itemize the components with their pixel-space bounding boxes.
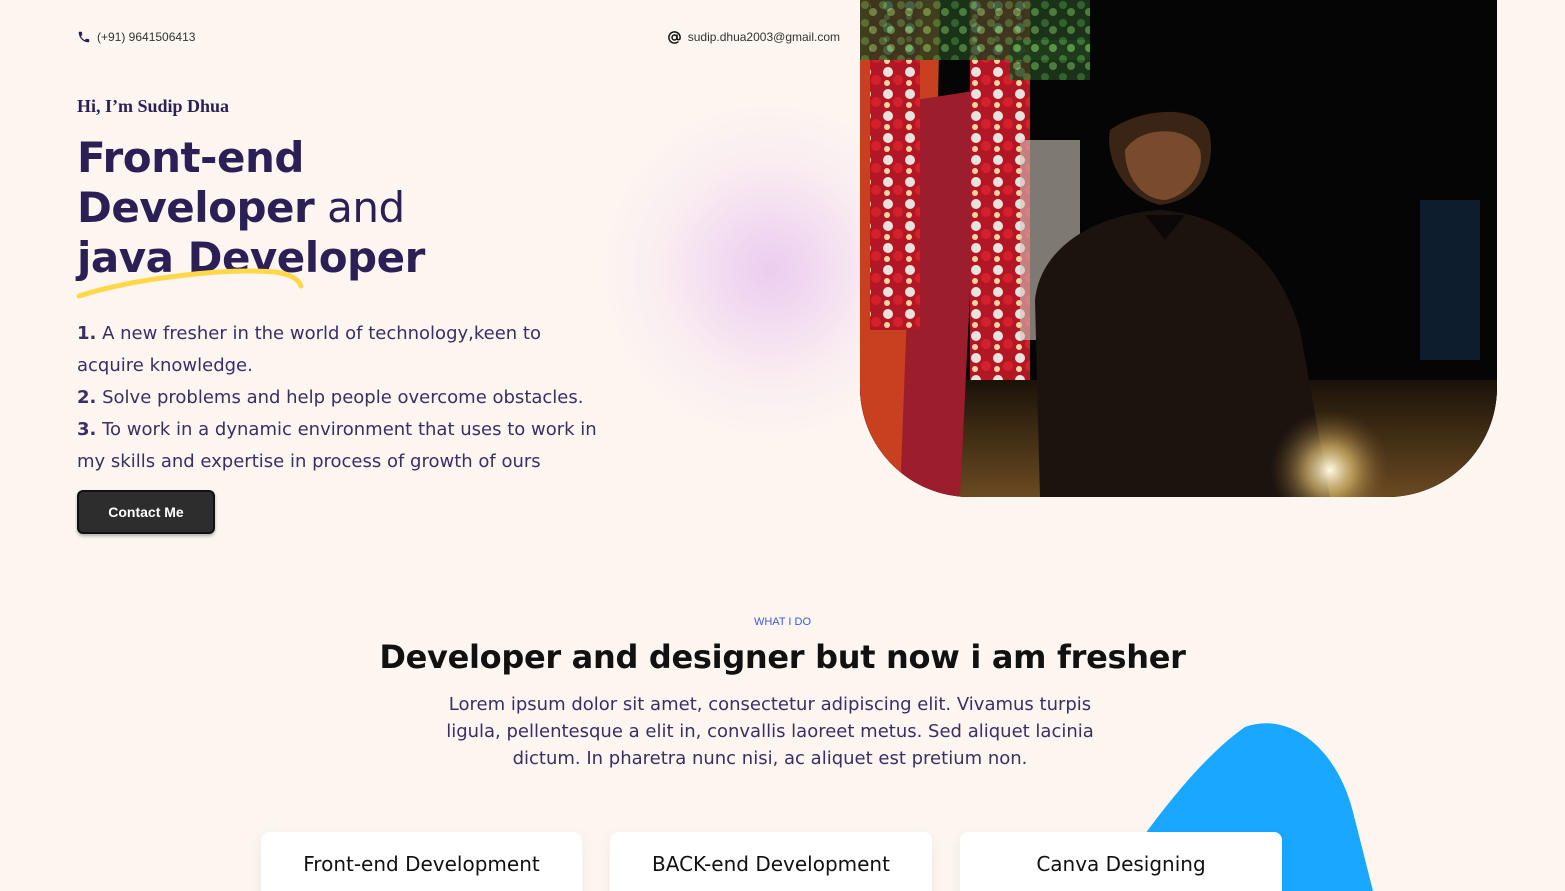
point-3: 3. To work in a dynamic environment that… — [77, 419, 597, 472]
contact-bar: (+91) 9641506413 sudip.dhua2003@gmail.co… — [77, 28, 840, 46]
section-description: Lorem ipsum dolor sit amet, consectetur … — [446, 694, 1094, 769]
service-card-frontend[interactable]: Front-end Development — [261, 832, 582, 891]
point-2: 2. Solve problems and help people overco… — [77, 387, 584, 408]
at-sign-icon — [667, 30, 682, 45]
headline-line-2-bold: Developer — [77, 183, 315, 232]
point-1: 1. A new fresher in the world of technol… — [77, 323, 542, 376]
hero-points: 1. A new fresher in the world of technol… — [77, 318, 607, 478]
headline-line-2-rest: and — [314, 183, 405, 232]
service-card-title: BACK-end Development — [652, 852, 890, 876]
email-address: sudip.dhua2003@gmail.com — [687, 30, 840, 44]
service-card-title: Front-end Development — [303, 852, 540, 876]
contact-me-button[interactable]: Contact Me — [77, 490, 215, 534]
greeting-text: Hi, I’m Sudip Dhua — [77, 96, 230, 116]
phone-number: (+91) 9641506413 — [97, 30, 196, 44]
headline-line-1: Front-end — [77, 133, 304, 182]
hero-headline: Front-end Developer and java Developer — [77, 133, 425, 283]
service-card-title: Canva Designing — [1036, 852, 1206, 876]
phone-icon — [77, 30, 91, 44]
service-card-backend[interactable]: BACK-end Development — [610, 832, 932, 891]
service-card-canva[interactable]: Canva Designing — [960, 832, 1282, 891]
profile-photo — [860, 0, 1497, 497]
section-title: Developer and designer but now i am fres… — [379, 638, 1186, 676]
section-tag: WHAT I DO — [753, 616, 812, 628]
email-contact[interactable]: sudip.dhua2003@gmail.com — [667, 30, 840, 45]
yellow-underline-swoosh — [76, 268, 304, 299]
phone-contact[interactable]: (+91) 9641506413 — [77, 30, 195, 44]
headline-line-2: Developer and — [77, 183, 425, 233]
